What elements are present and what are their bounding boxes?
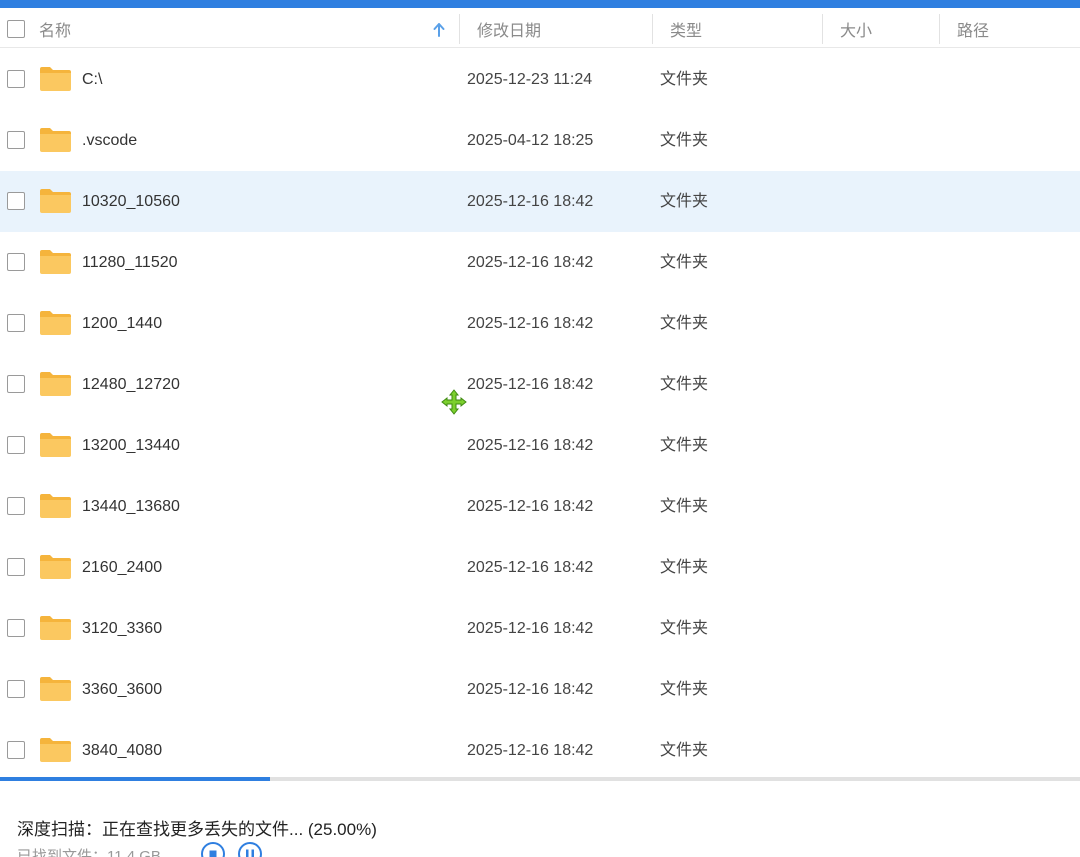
file-type: 文件夹 (660, 315, 709, 332)
move-cursor-icon (441, 389, 467, 415)
row-checkbox[interactable] (7, 436, 25, 454)
table-row[interactable]: .vscode 2025-04-12 18:25 文件夹 (0, 110, 1080, 171)
column-divider[interactable] (459, 14, 460, 44)
row-checkbox[interactable] (7, 558, 25, 576)
row-checkbox[interactable] (7, 314, 25, 332)
modified-date: 2025-12-16 18:42 (467, 498, 594, 515)
column-modified[interactable]: 修改日期 (477, 10, 541, 48)
table-row[interactable]: 1200_1440 2025-12-16 18:42 文件夹 (0, 293, 1080, 354)
row-checkbox[interactable] (7, 497, 25, 515)
column-header: 名称 修改日期 类型 大小 路径 (0, 10, 1080, 48)
table-row[interactable]: 10320_10560 2025-12-16 18:42 文件夹 (0, 171, 1080, 232)
scan-status-text: 深度扫描：正在查找更多丢失的文件... (25.00%) (17, 820, 377, 839)
file-name: .vscode (82, 132, 138, 149)
pause-button[interactable] (238, 842, 262, 857)
file-name: 10320_10560 (82, 193, 180, 210)
folder-icon (40, 677, 71, 701)
column-divider[interactable] (822, 14, 823, 44)
found-files-text: 已找到文件：11.4 GB (17, 848, 161, 857)
file-type: 文件夹 (660, 132, 709, 149)
modified-date: 2025-12-23 11:24 (467, 71, 593, 88)
folder-icon (40, 433, 71, 457)
modified-date: 2025-12-16 18:42 (467, 681, 594, 698)
row-checkbox[interactable] (7, 680, 25, 698)
file-type: 文件夹 (660, 71, 709, 88)
modified-date: 2025-12-16 18:42 (467, 437, 594, 454)
file-type: 文件夹 (660, 498, 709, 515)
folder-icon (40, 616, 71, 640)
folder-icon (40, 372, 71, 396)
row-checkbox[interactable] (7, 131, 25, 149)
table-row[interactable]: 12480_12720 2025-12-16 18:42 文件夹 (0, 354, 1080, 415)
table-row[interactable]: 11280_11520 2025-12-16 18:42 文件夹 (0, 232, 1080, 293)
modified-date: 2025-12-16 18:42 (467, 254, 594, 271)
table-row[interactable]: 3360_3600 2025-12-16 18:42 文件夹 (0, 659, 1080, 720)
table-row[interactable]: 13440_13680 2025-12-16 18:42 文件夹 (0, 476, 1080, 537)
select-all-checkbox[interactable] (7, 20, 25, 38)
column-size[interactable]: 大小 (840, 10, 872, 48)
pause-icon (246, 849, 254, 857)
file-name: 1200_1440 (82, 315, 163, 332)
file-type: 文件夹 (660, 376, 709, 393)
row-checkbox[interactable] (7, 375, 25, 393)
folder-icon (40, 555, 71, 579)
file-type: 文件夹 (660, 681, 709, 698)
file-type: 文件夹 (660, 559, 709, 576)
modified-date: 2025-12-16 18:42 (467, 376, 594, 393)
scan-progress-bar (0, 777, 1080, 781)
modified-date: 2025-12-16 18:42 (467, 742, 594, 759)
table-row[interactable]: C:\ 2025-12-23 11:24 文件夹 (0, 49, 1080, 110)
column-divider[interactable] (939, 14, 940, 44)
modified-date: 2025-12-16 18:42 (467, 620, 594, 637)
column-type[interactable]: 类型 (670, 10, 702, 48)
modified-date: 2025-12-16 18:42 (467, 193, 594, 210)
file-name: 3360_3600 (82, 681, 163, 698)
top-accent-bar (0, 0, 1080, 8)
table-row[interactable]: 13200_13440 2025-12-16 18:42 文件夹 (0, 415, 1080, 476)
folder-icon (40, 67, 71, 91)
folder-icon (40, 250, 71, 274)
row-checkbox[interactable] (7, 192, 25, 210)
column-path[interactable]: 路径 (957, 10, 989, 48)
file-type: 文件夹 (660, 437, 709, 454)
row-checkbox[interactable] (7, 253, 25, 271)
file-type: 文件夹 (660, 742, 709, 759)
file-type: 文件夹 (660, 254, 709, 271)
file-name: 2160_2400 (82, 559, 163, 576)
table-row[interactable]: 3120_3360 2025-12-16 18:42 文件夹 (0, 598, 1080, 659)
column-divider[interactable] (652, 14, 653, 44)
file-name: 3840_4080 (82, 742, 163, 759)
table-row[interactable]: 2160_2400 2025-12-16 18:42 文件夹 (0, 537, 1080, 598)
folder-icon (40, 128, 71, 152)
file-name: 3120_3360 (82, 620, 163, 637)
stop-icon (209, 850, 217, 857)
row-checkbox[interactable] (7, 741, 25, 759)
folder-icon (40, 189, 71, 213)
folder-icon (40, 494, 71, 518)
file-name: 13440_13680 (82, 498, 180, 515)
folder-icon (40, 311, 71, 335)
row-checkbox[interactable] (7, 70, 25, 88)
arrow-up-icon[interactable] (432, 22, 446, 38)
file-name: C:\ (82, 71, 103, 88)
modified-date: 2025-04-12 18:25 (467, 132, 594, 149)
file-name: 11280_11520 (82, 254, 178, 271)
scan-progress-fill (0, 777, 270, 781)
row-checkbox[interactable] (7, 619, 25, 637)
file-type: 文件夹 (660, 193, 709, 210)
file-name: 12480_12720 (82, 376, 180, 393)
file-type: 文件夹 (660, 620, 709, 637)
folder-icon (40, 738, 71, 762)
column-name[interactable]: 名称 (39, 10, 71, 48)
modified-date: 2025-12-16 18:42 (467, 315, 594, 332)
modified-date: 2025-12-16 18:42 (467, 559, 594, 576)
file-name: 13200_13440 (82, 437, 180, 454)
table-row[interactable]: 3840_4080 2025-12-16 18:42 文件夹 (0, 720, 1080, 781)
stop-button[interactable] (201, 842, 225, 857)
